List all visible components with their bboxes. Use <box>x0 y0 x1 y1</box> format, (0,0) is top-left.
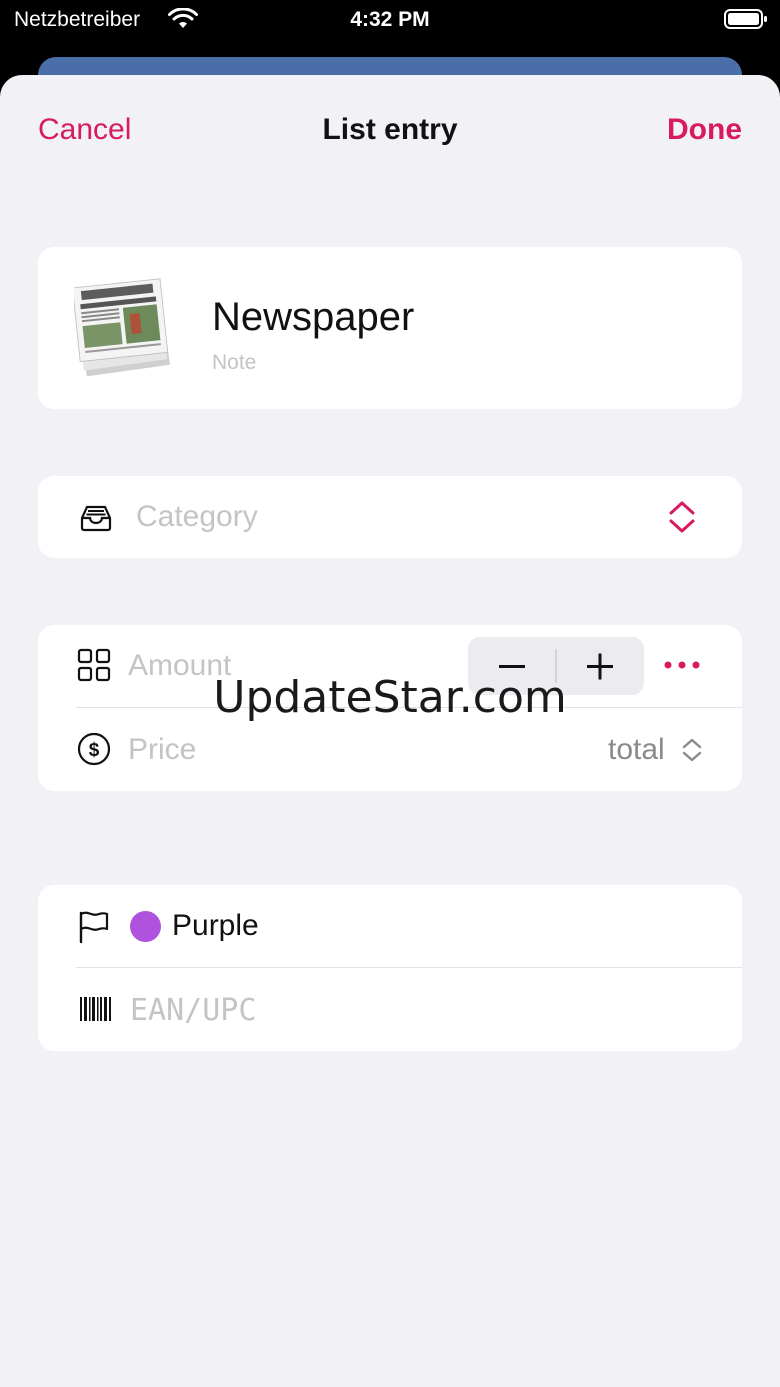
watermark: UpdateStar.com <box>213 672 567 723</box>
done-button[interactable]: Done <box>667 113 742 147</box>
category-picker[interactable]: Category <box>38 476 742 558</box>
battery-icon <box>724 9 767 29</box>
page-title: List entry <box>322 113 458 146</box>
item-name-field[interactable]: Newspaper <box>212 295 414 340</box>
flag-icon <box>79 911 109 944</box>
price-mode-selector[interactable]: total <box>608 733 665 767</box>
barcode-icon <box>80 997 111 1021</box>
category-label: Category <box>136 500 258 533</box>
price-field[interactable]: Price <box>128 733 196 767</box>
clock-label: 4:32 PM <box>350 8 430 31</box>
chevron-up-down-icon <box>682 738 702 762</box>
color-label[interactable]: Purple <box>172 909 259 943</box>
barcode-field[interactable]: EAN/UPC <box>130 993 256 1028</box>
color-barcode-card: Purple EAN/UPC <box>38 885 742 1051</box>
chevron-up-down-icon <box>669 501 695 533</box>
newspaper-image[interactable] <box>74 269 170 381</box>
dollar-circle-icon: $ <box>77 732 111 766</box>
list-entry-sheet: Cancel List entry Done Newspaper Note Ca… <box>0 75 780 1387</box>
tray-icon <box>80 505 112 532</box>
status-bar: Netzbetreiber 4:32 PM <box>0 0 780 44</box>
item-card: Newspaper Note <box>38 247 742 409</box>
svg-text:$: $ <box>89 740 100 761</box>
note-field[interactable]: Note <box>212 351 256 375</box>
divider <box>76 967 742 968</box>
color-swatch[interactable] <box>130 911 161 942</box>
